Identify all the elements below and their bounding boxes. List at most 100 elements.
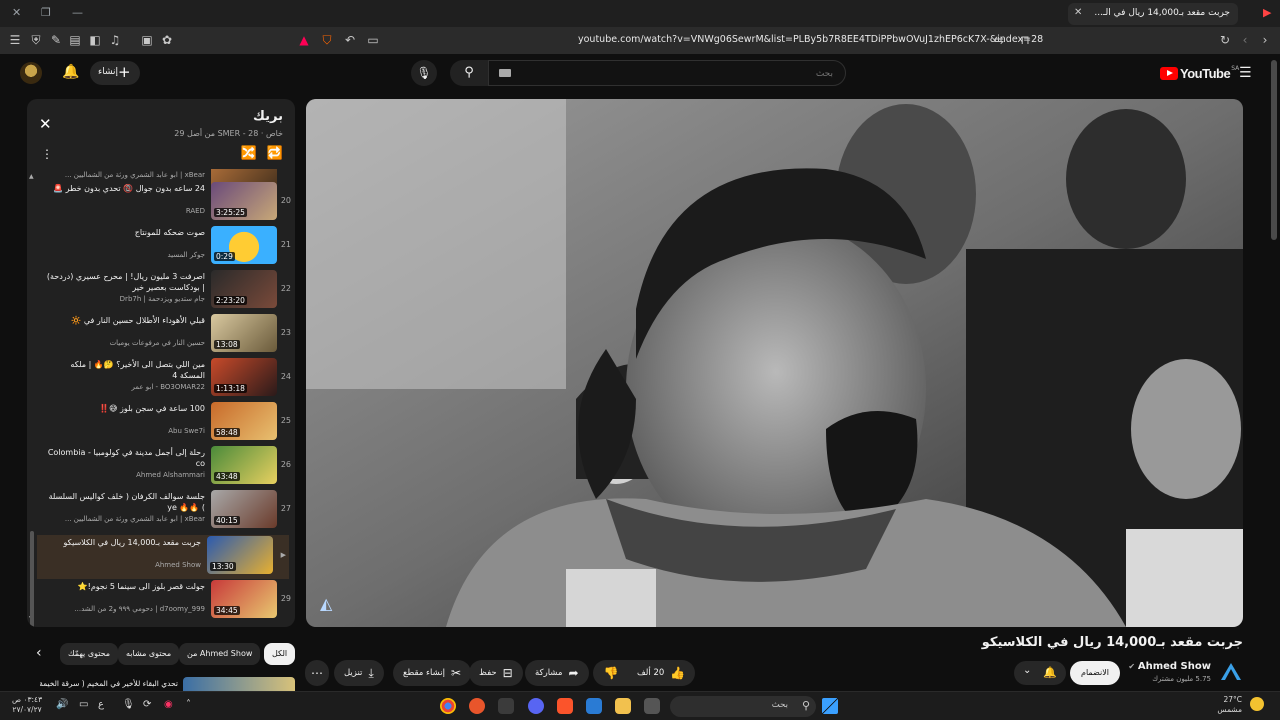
chrome-icon[interactable] (440, 698, 456, 714)
playlist-item-thumbnail[interactable]: 13:08 (211, 314, 277, 352)
playlist-item-thumbnail[interactable]: 1:13:18 (211, 358, 277, 396)
reader-icon[interactable]: ▤ (68, 33, 82, 47)
page-scrollbar[interactable] (1271, 60, 1277, 240)
brave-shields-icon[interactable]: ⛉ (320, 33, 334, 47)
shield-icon[interactable]: ⛨ (29, 33, 43, 47)
playlist-item[interactable]: 27 40:15 جلسة سوالف الكرفان ( خلف كواليس ا… (35, 489, 293, 533)
playlist-item-thumbnail[interactable]: 40:15 (211, 490, 277, 528)
subscribed-button[interactable]: 🔔 ⌄ (1014, 661, 1066, 685)
network-icon[interactable]: ▭ (79, 699, 88, 710)
download-button[interactable]: ⤓ تنزيل (334, 660, 384, 686)
weather-widget[interactable]: 27°C مشمس (1217, 695, 1264, 715)
windows-start-icon[interactable] (822, 698, 838, 714)
more-vert-icon[interactable]: ⋮ (41, 147, 53, 161)
playlist-item[interactable]: 29 34:45 جولت قصر بلوز الى سينما 5 نجوم!⭐ d… (35, 579, 293, 623)
playlist-item-thumbnail[interactable]: 13:30 (207, 536, 273, 574)
playlist-scrollbar[interactable] (30, 531, 34, 627)
language-indicator[interactable]: ع (98, 699, 104, 710)
guide-menu-icon[interactable]: ☰ (1239, 65, 1252, 81)
playlist-item[interactable]: 25 58:48 100 ساعة في سجن بلوز 😅‼️ Abu Swe7i (35, 401, 293, 445)
clock[interactable]: ٠٣:٤٣ ص ٢٧/٠٧/٢٧ (12, 695, 42, 715)
playlist-item[interactable]: 22 2:23:20 اصرفت 3 مليون ريال! | محرح عسير… (35, 269, 293, 313)
brave-icon[interactable] (557, 698, 573, 714)
chip-from-channel[interactable]: من Ahmed Show (179, 643, 261, 665)
loop-icon[interactable]: 🔁 (267, 146, 283, 161)
browser-tab[interactable]: ✕ جربت مقعد بـ14,000 ريال في الـ... (1068, 3, 1238, 25)
forward-icon[interactable]: ‹ (1238, 33, 1252, 47)
channel-name[interactable]: ✔ Ahmed Show (1128, 661, 1211, 672)
channel-logo-icon[interactable] (1219, 660, 1243, 684)
back-icon[interactable]: › (1258, 33, 1272, 47)
firefox-icon[interactable] (469, 698, 485, 714)
taskbar-search[interactable]: ⚲ بحث (670, 696, 816, 717)
mic-tray-icon[interactable]: 🎙 (122, 699, 135, 710)
clip-button[interactable]: ✂ إنشاء مقطع (393, 660, 472, 686)
playlist-item-thumbnail[interactable]: 43:48 (211, 446, 277, 484)
create-button[interactable]: + إنشاء (90, 61, 140, 85)
menu-icon[interactable]: ☰ (8, 33, 22, 47)
window-minimize-icon[interactable]: — (72, 6, 83, 19)
playlist-item-thumbnail[interactable]: 2:23:20 (211, 270, 277, 308)
tune-icon[interactable]: ⇋ (992, 33, 1006, 47)
record-tray-icon[interactable]: ◉ (164, 699, 173, 710)
youtube-logo[interactable]: YouTube SA (1160, 65, 1239, 81)
avatar[interactable] (20, 62, 42, 84)
discord-icon[interactable] (528, 698, 544, 714)
store-icon[interactable] (586, 698, 602, 714)
sidebar-icon[interactable]: ◧ (88, 33, 102, 47)
next-video-thumbnail[interactable] (183, 677, 295, 691)
music-icon[interactable]: ♫ (108, 33, 122, 47)
task-view-icon[interactable] (644, 698, 660, 714)
reload-icon[interactable]: ↻ (1218, 33, 1232, 47)
chevron-left-icon[interactable]: ‹ (36, 645, 42, 661)
brave-rewards-icon[interactable]: ▲ (297, 33, 311, 47)
more-actions-button[interactable]: ⋯ (305, 660, 329, 686)
channel-watermark-icon[interactable]: ◭ (320, 594, 332, 613)
playlist-item[interactable]: ▶ 13:30 جربت مقعد بـ14,000 ريال في الكلاسي… (37, 535, 289, 579)
playlist-item[interactable]: 24 1:13:18 مين اللي بتصل الى الأخير؟ 🤔🔥 | … (35, 357, 293, 401)
playlist-item-thumbnail[interactable]: 3:25:25 (211, 182, 277, 220)
keyboard-icon[interactable] (499, 69, 511, 77)
scroll-up-icon[interactable]: ▲ (29, 173, 34, 180)
playlist-item[interactable]: 21 0:29 صوت ضحكه للمونتاج جوكر المسيد (35, 225, 293, 269)
like-button[interactable]: 👍 20 ألف (627, 660, 696, 686)
playlist-title[interactable]: بريك (253, 109, 283, 124)
chip-all[interactable]: الكل (264, 643, 296, 665)
playlist-item[interactable]: 26 43:48 رحلة إلى أجمل مدينة في كولومبيا -… (35, 445, 293, 489)
notifications-icon[interactable]: 🔔 (62, 64, 79, 80)
screenshot-icon[interactable]: ▣ (140, 33, 154, 47)
chip-similar[interactable]: محتوى مشابه (118, 643, 180, 665)
extensions-icon[interactable]: ✿ (160, 33, 174, 47)
sync-tray-icon[interactable]: ⟳ (143, 699, 151, 710)
tray-expand-icon[interactable]: ˄ (186, 699, 191, 710)
back-history-icon[interactable]: ↶ (343, 33, 357, 47)
dislike-button[interactable]: 👎 (593, 660, 629, 686)
chip-for-you[interactable]: محتوى يهمّك (60, 643, 119, 665)
game-app-icon[interactable] (498, 698, 514, 714)
shuffle-icon[interactable]: 🔀 (241, 146, 257, 161)
playlist-item-thumbnail[interactable]: 34:45 (211, 580, 277, 618)
next-video-title[interactable]: تحدي البقاء للأخير في المخيم ( سرقة الخي… (40, 679, 178, 688)
video-player[interactable]: ◭ (306, 99, 1243, 627)
cast-icon[interactable]: ▭ (366, 33, 380, 47)
browser-tab-bar: ✕ ❐ — + ✕ جربت مقعد بـ14,000 ريال في الـ… (0, 0, 1280, 27)
playlist-item[interactable]: 20 3:25:25 24 ساعه بدون جوال 📵 تحدي بدون خ… (35, 181, 293, 225)
playlist-item-thumbnail[interactable]: 58:48 (211, 402, 277, 440)
share-button[interactable]: ➦ مشاركة (525, 660, 589, 686)
search-button[interactable]: ⚲ (450, 60, 488, 86)
join-button[interactable]: الانضمام (1070, 661, 1120, 685)
close-icon[interactable]: ✕ (39, 115, 52, 133)
search-input[interactable] (489, 62, 845, 86)
save-button[interactable]: ⊟ حفظ (469, 660, 523, 686)
playlist-item[interactable]: 23 13:08 قبلي الأهوداء الأطلال حسين النار … (35, 313, 293, 357)
window-close-icon[interactable]: ✕ (12, 6, 21, 19)
volume-icon[interactable]: 🔊 (56, 699, 68, 710)
voice-search-icon[interactable]: 🎙 (411, 60, 437, 86)
window-restore-icon[interactable]: ❐ (41, 6, 51, 19)
tab-close-icon[interactable]: ✕ (1074, 7, 1082, 18)
playlist-item-thumbnail[interactable]: 0:29 (211, 226, 277, 264)
file-explorer-icon[interactable] (615, 698, 631, 714)
bookmark-icon[interactable]: ⊓ (1018, 33, 1032, 47)
address-bar[interactable]: youtube.com/watch?v=VNWg06SewrM&list=PLB… (578, 34, 1043, 45)
pen-icon[interactable]: ✎ (49, 33, 63, 47)
